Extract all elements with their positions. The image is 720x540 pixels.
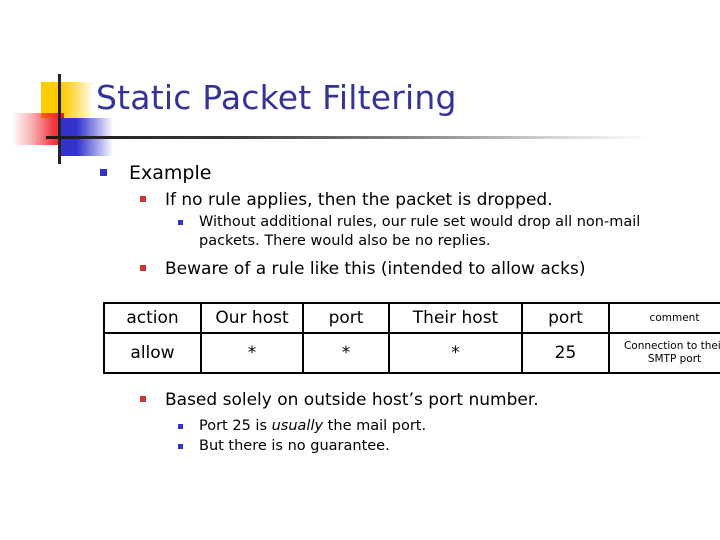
bullet-example: Example [100,160,720,186]
bullet-square-icon [178,220,183,225]
packet-filter-rules-table: action Our host port Their host port com… [103,302,720,374]
bullet-beware: Beware of a rule like this (intended to … [140,257,720,281]
bullet-port-25-suffix: the mail port. [323,418,427,434]
slide: Static Packet Filtering Example If no ru… [0,0,720,540]
bullet-square-icon [178,444,183,449]
bullet-port-25: Port 25 is usually the mail port. [178,417,720,436]
deco-yellow-square [41,82,93,118]
deco-vertical-line [58,74,61,164]
table-header-their-port: port [521,302,610,334]
cell-their-host: * [388,332,523,374]
bullet-no-guarantee-label: But there is no guarantee. [199,438,390,454]
slide-body-bottom: Based solely on outside host’s port numb… [0,388,720,457]
bullet-port-25-emphasis: usually [271,418,324,434]
bullet-square-icon [140,265,146,271]
deco-red-square [12,113,64,145]
deco-blue-square [58,118,113,156]
table-header-action: action [103,302,202,334]
bullet-example-label: Example [129,162,212,184]
bullet-no-rule: If no rule applies, then the packet is d… [140,188,720,212]
bullet-square-icon [140,196,146,202]
slide-body: Example If no rule applies, then the pac… [0,160,720,282]
table-header-their-host: Their host [388,302,523,334]
bullet-without-rules: Without additional rules, our rule set w… [178,213,720,251]
table-header-row: action Our host port Their host port com… [103,302,720,334]
table-header-comment: comment [608,302,720,334]
bullet-square-icon [178,424,183,429]
table-header-our-host: Our host [200,302,304,334]
bullet-beware-label: Beware of a rule like this (intended to … [165,259,586,279]
table-header-our-port: port [302,302,390,334]
bullet-square-icon [100,169,107,176]
cell-their-port: 25 [521,332,610,374]
table-row: allow * * * 25 Connection to their SMTP … [103,332,720,374]
cell-our-host: * [200,332,304,374]
cell-comment: Connection to their SMTP port [608,332,720,374]
bullet-without-rules-label: Without additional rules, our rule set w… [199,214,641,249]
bullet-no-rule-label: If no rule applies, then the packet is d… [165,190,553,210]
cell-our-port: * [302,332,390,374]
page-title: Static Packet Filtering [96,78,457,117]
bullet-based-solely: Based solely on outside host’s port numb… [140,388,720,412]
bullet-port-25-label: Port 25 is usually the mail port. [199,417,659,436]
bullet-square-icon [140,396,146,402]
deco-horizontal-rule [46,136,651,139]
cell-action: allow [103,332,202,374]
bullet-no-guarantee: But there is no guarantee. [178,437,720,456]
bullet-based-solely-label: Based solely on outside host’s port numb… [165,390,539,410]
bullet-port-25-prefix: Port 25 is [199,418,272,434]
